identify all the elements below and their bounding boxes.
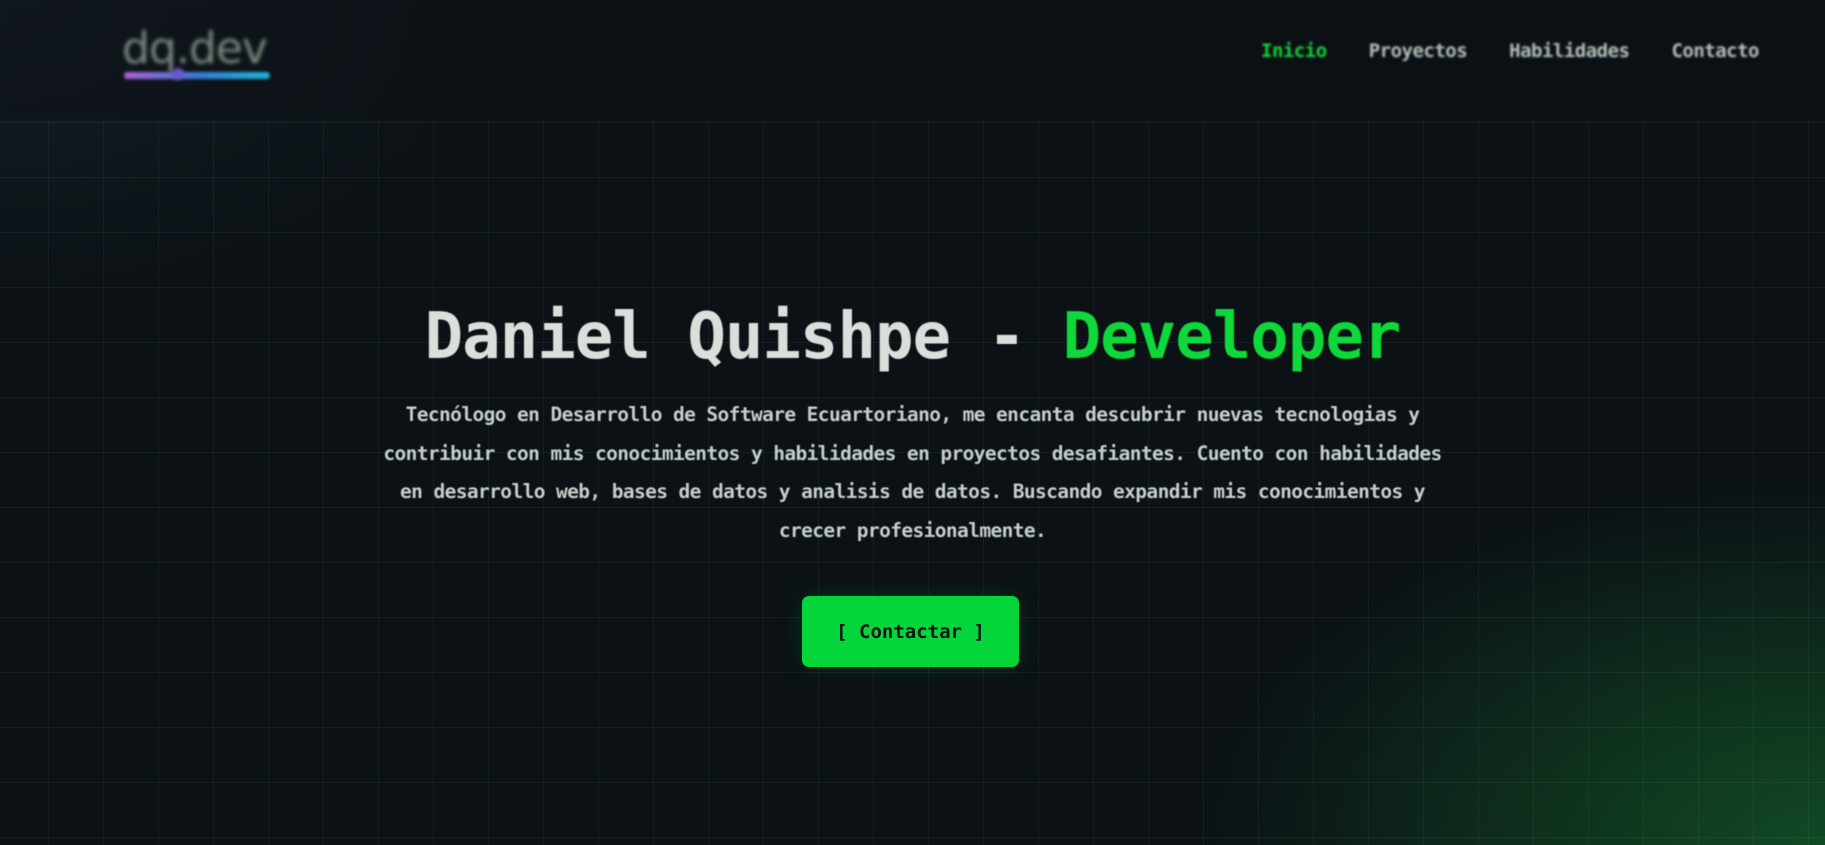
site-logo[interactable]: dq.dev <box>122 24 272 84</box>
logo-text: dq.dev <box>122 23 268 74</box>
logo-underline <box>124 72 270 79</box>
logo-dot <box>172 68 184 80</box>
hero-title-name: Daniel Quishpe - <box>424 300 1063 374</box>
hero-title: Daniel Quishpe - Developer <box>0 292 1825 382</box>
hero-section: Daniel Quishpe - Developer Tecnólogo en … <box>0 292 1825 550</box>
nav-link-proyectos[interactable]: Proyectos <box>1369 40 1468 62</box>
site-header: dq.dev Inicio Proyectos Habilidades Cont… <box>0 0 1825 122</box>
main-nav: Inicio Proyectos Habilidades Contacto <box>1261 40 1759 62</box>
contact-button[interactable]: [ Contactar ] <box>802 596 1019 667</box>
nav-link-habilidades[interactable]: Habilidades <box>1509 40 1630 62</box>
nav-link-contacto[interactable]: Contacto <box>1671 40 1759 62</box>
hero-description: Tecnólogo en Desarrollo de Software Ecua… <box>383 403 1442 542</box>
hero-title-accent: Developer <box>1062 300 1402 374</box>
nav-link-inicio[interactable]: Inicio <box>1261 40 1327 62</box>
